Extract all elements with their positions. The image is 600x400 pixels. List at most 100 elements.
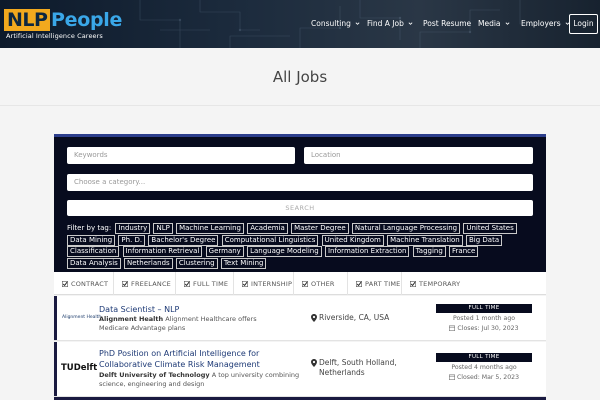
tag-link[interactable]: Bachelor's Degree: [148, 234, 219, 246]
tag-link[interactable]: Data Analysis: [67, 257, 121, 269]
filter-full-time[interactable]: FULL TIME: [176, 272, 234, 295]
logo-nlp-mark: NLP: [4, 9, 51, 31]
nav-media[interactable]: Media: [478, 19, 510, 28]
job-type-badge: FULL TIME: [436, 353, 532, 362]
tag-link[interactable]: Machine Translation: [387, 234, 463, 246]
job-company-description: Alignment Health Alignment Healthcare of…: [99, 315, 279, 332]
job-location: Riverside, CA, USA: [311, 313, 389, 323]
job-title[interactable]: PhD Position on Artificial Intelligence …: [99, 348, 289, 370]
tag-link[interactable]: Natural Language Processing: [351, 223, 461, 234]
filter-temporary[interactable]: TEMPORARY: [402, 272, 468, 295]
tag-link[interactable]: France: [449, 246, 479, 257]
job-accent-bar: [54, 342, 57, 396]
filter-label: OTHER: [311, 279, 335, 288]
filter-internship[interactable]: INTERNSHIP: [234, 272, 294, 295]
posted-date: Posted 1 month ago: [452, 315, 516, 322]
closing-date: Closed: Mar 5, 2023: [436, 373, 532, 383]
filter-contract[interactable]: CONTRACT: [54, 272, 114, 295]
logo-tagline: Artificial Intelligence Careers: [6, 32, 103, 40]
job-listing[interactable]: Alignment Health Data Scientist – NLP Al…: [54, 296, 546, 341]
checkbox-checked-icon: [410, 280, 416, 287]
tag-link[interactable]: Tagging: [412, 246, 446, 257]
filter-by-tag-label: Filter by tag:: [67, 224, 112, 232]
location-text: Riverside, CA, USA: [319, 313, 390, 322]
tag-link[interactable]: Information Retrieval: [122, 246, 203, 257]
tag-link[interactable]: Big Data: [465, 234, 503, 246]
tag-link[interactable]: Text Mining: [220, 257, 267, 269]
nav-label: Media: [478, 19, 501, 28]
chevron-down-icon: [408, 22, 413, 25]
posted-date: Posted 4 months ago: [451, 364, 517, 371]
job-type-filters: CONTRACT FREELANCE FULL TIME INTERNSHIP …: [54, 272, 546, 295]
tag-link[interactable]: Classification: [67, 246, 120, 257]
keywords-input[interactable]: Keywords: [67, 147, 295, 164]
tag-link[interactable]: Industry: [115, 223, 151, 234]
nav-post-resume[interactable]: Post Resume: [423, 19, 471, 28]
checkbox-checked-icon: [184, 280, 190, 287]
filter-label: FULL TIME: [193, 279, 229, 288]
closing-date: Closes: Jul 30, 2023: [436, 324, 532, 334]
tag-link[interactable]: Ph. D.: [118, 234, 146, 246]
filter-label: PART TIME: [365, 279, 401, 288]
filter-freelance[interactable]: FREELANCE: [114, 272, 176, 295]
closes-text: Closed: Mar 5, 2023: [456, 374, 520, 381]
tag-link[interactable]: NLP: [153, 223, 173, 234]
location-input[interactable]: Location: [304, 147, 533, 164]
calendar-icon: [448, 374, 455, 381]
tag-link[interactable]: United States: [463, 223, 517, 234]
job-accent-bar: [54, 296, 57, 340]
category-select[interactable]: Choose a category...: [67, 174, 533, 191]
tag-link[interactable]: Netherlands: [124, 257, 173, 269]
login-button[interactable]: Login: [569, 14, 598, 34]
job-company-description: Delft University of Technology A top uni…: [99, 371, 304, 388]
tag-link[interactable]: Machine Learning: [176, 223, 244, 234]
filter-part-time[interactable]: PART TIME: [348, 272, 402, 295]
page-title: All Jobs: [272, 68, 328, 86]
company-logo: Alignment Health: [62, 315, 102, 320]
search-button[interactable]: SEARCH: [67, 200, 533, 216]
site-header: NLP People Artificial Intelligence Caree…: [0, 0, 600, 48]
filter-label: FREELANCE: [131, 279, 171, 288]
nav-employers[interactable]: Employers: [521, 19, 570, 28]
nav-consulting[interactable]: Consulting: [311, 19, 360, 28]
nav-label: Employers: [521, 19, 561, 28]
filter-other[interactable]: OTHER: [294, 272, 348, 295]
checkbox-checked-icon: [122, 280, 128, 287]
tag-link[interactable]: Academia: [247, 223, 288, 234]
tag-link[interactable]: Master Degree: [291, 223, 349, 234]
tag-filter: Filter by tag: Industry NLP Machine Lear…: [67, 223, 533, 269]
job-title[interactable]: Data Scientist – NLP: [99, 304, 179, 315]
map-pin-icon: [311, 314, 317, 322]
calendar-icon: [449, 325, 456, 332]
tag-link[interactable]: Information Extraction: [324, 246, 410, 257]
job-listing[interactable]: TUDelft PhD Position on Artificial Intel…: [54, 342, 546, 397]
company-name: Delft University of Technology: [99, 371, 210, 379]
nav-label: Post Resume: [423, 19, 472, 28]
logo-people-text: People: [51, 9, 123, 31]
tag-link[interactable]: Germany: [205, 246, 244, 257]
tag-link[interactable]: Data Mining: [67, 234, 116, 246]
chevron-down-icon: [355, 22, 360, 25]
closes-text: Closes: Jul 30, 2023: [457, 325, 519, 332]
checkbox-checked-icon: [242, 280, 248, 287]
map-pin-icon: [311, 359, 317, 367]
job-type-badge: FULL TIME: [436, 304, 532, 313]
checkbox-checked-icon: [302, 280, 308, 287]
nav-find-a-job[interactable]: Find A Job: [367, 19, 413, 28]
tag-link[interactable]: Clustering: [175, 257, 218, 269]
job-location: Delft, South Holland, Netherlands: [311, 358, 421, 378]
checkbox-checked-icon: [62, 280, 68, 287]
filter-label: TEMPORARY: [419, 279, 461, 288]
location-text: Delft, South Holland, Netherlands: [319, 358, 397, 377]
tag-link[interactable]: Language Modeling: [247, 246, 322, 257]
nav-label: Consulting: [311, 19, 351, 28]
company-name: Alignment Health: [99, 315, 164, 323]
company-logo: TUDelft: [61, 363, 98, 373]
nav-label: Find A Job: [367, 19, 404, 28]
filter-label: CONTRACT: [71, 279, 109, 288]
filter-label: INTERNSHIP: [251, 279, 293, 288]
chevron-down-icon: [505, 22, 509, 25]
tag-link[interactable]: Computational Linguistics: [221, 234, 319, 246]
checkbox-checked-icon: [356, 280, 362, 287]
tag-link[interactable]: United Kingdom: [321, 234, 384, 246]
